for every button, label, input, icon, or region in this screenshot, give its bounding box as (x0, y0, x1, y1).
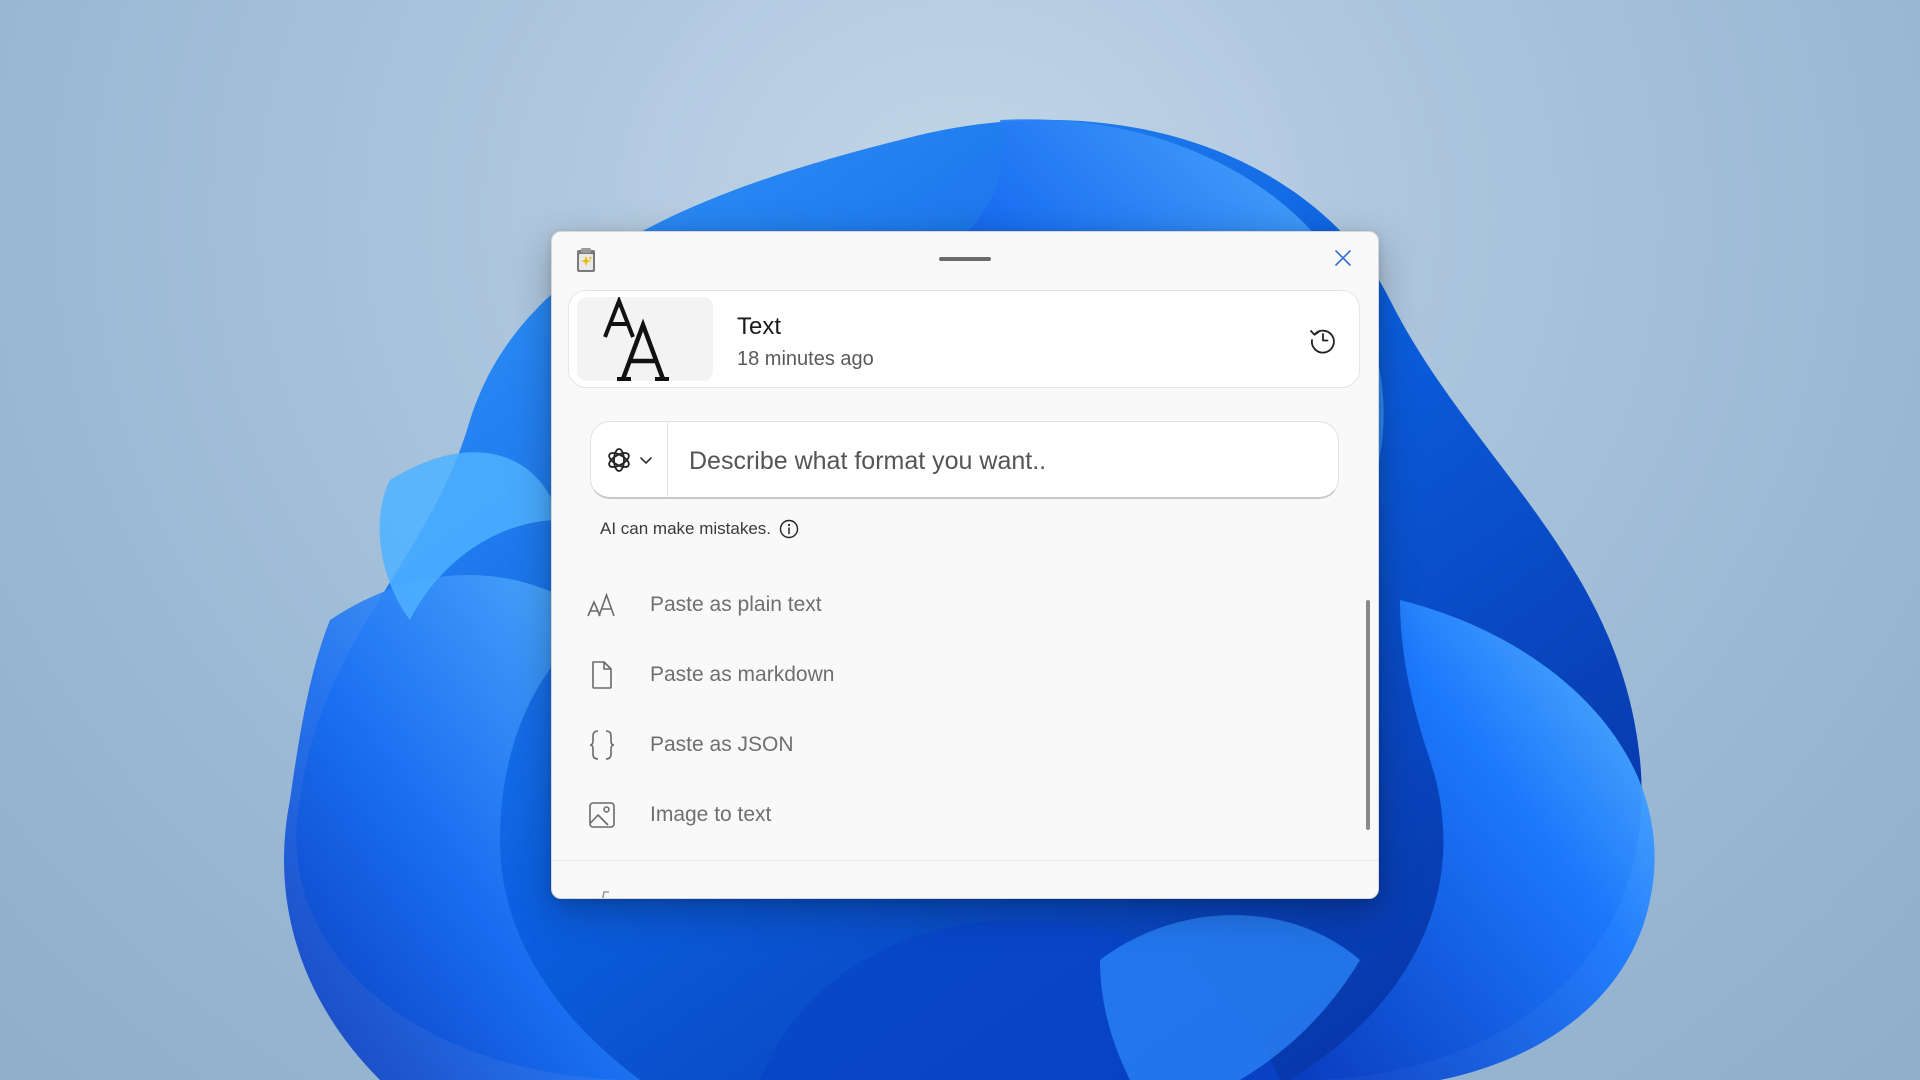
clipboard-item-type: Text (737, 313, 782, 340)
font-size-icon (576, 592, 628, 618)
openai-icon (608, 448, 630, 472)
clipboard-thumbnail (577, 297, 713, 381)
clipboard-item-card[interactable]: Text 18 minutes ago (568, 290, 1360, 388)
image-to-text-item[interactable]: Image to text (572, 780, 1352, 850)
ai-disclaimer: AI can make mistakes. (600, 519, 799, 539)
paste-as-plain-text-item[interactable]: Paste as plain text (572, 570, 1352, 640)
ai-disclaimer-text: AI can make mistakes. (600, 519, 772, 538)
clipboard-item-timestamp: 18 minutes ago (737, 348, 874, 370)
document-icon (576, 660, 628, 690)
paste-as-markdown-item[interactable]: Paste as markdown (572, 640, 1352, 710)
braces-icon (576, 729, 628, 761)
close-button[interactable] (1327, 242, 1359, 274)
clipboard-history-button[interactable] (1304, 321, 1342, 359)
action-label: Paste as plain text (650, 593, 822, 616)
history-icon (1310, 329, 1335, 354)
actions-scrollbar[interactable] (1366, 600, 1370, 830)
desktop: Text 18 minutes ago Describe what format… (0, 0, 1920, 1080)
format-prompt-input[interactable] (687, 440, 1321, 482)
image-icon (576, 801, 628, 829)
chevron-down-icon (640, 457, 652, 464)
action-label: Image to text (650, 803, 772, 826)
ai-prompt-box (590, 421, 1339, 499)
paste-actions-list: Paste as plain text Paste as markdown Pa… (572, 570, 1352, 850)
ai-model-dropdown[interactable] (591, 422, 668, 498)
action-label: Paste as markdown (650, 663, 835, 686)
divider (552, 860, 1378, 861)
close-icon (1335, 250, 1351, 266)
font-size-thumbnail-icon (603, 297, 669, 381)
info-button[interactable] (779, 519, 799, 539)
clipboard-sparkle-icon (575, 247, 597, 273)
partially-visible-action-item[interactable] (592, 888, 1012, 898)
advanced-paste-window: Text 18 minutes ago Describe what format… (551, 231, 1379, 899)
action-label: Paste as JSON (650, 733, 794, 756)
drag-handle[interactable] (939, 257, 991, 261)
paste-as-json-item[interactable]: Paste as JSON (572, 710, 1352, 780)
info-icon (779, 519, 799, 539)
cut-off-item-icon (601, 891, 609, 898)
